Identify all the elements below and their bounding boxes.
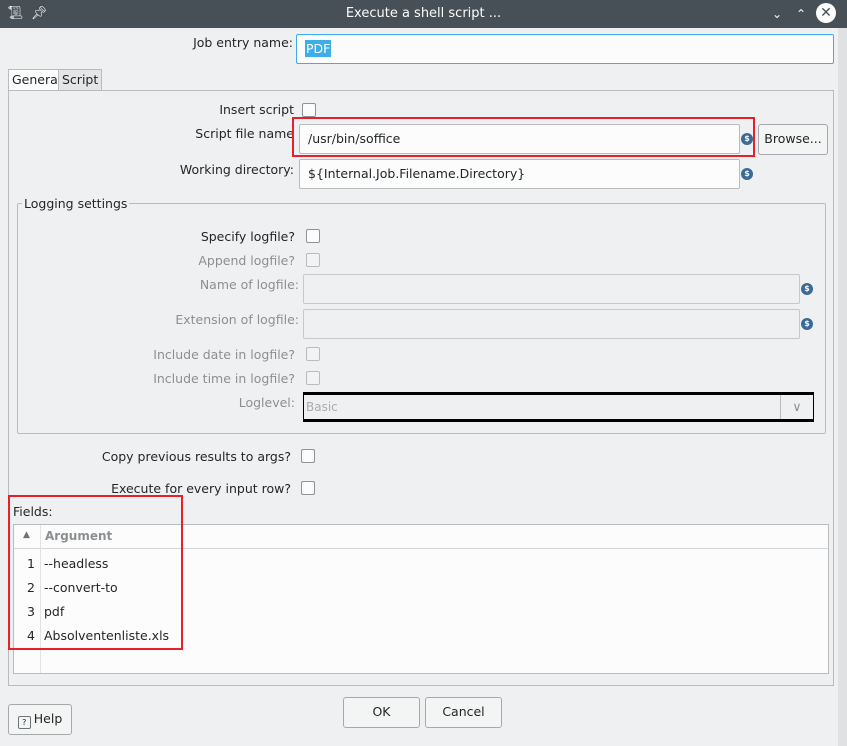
copy-previous-label: Copy previous results to args?	[101, 449, 291, 464]
working-directory-label: Working directory:	[179, 162, 294, 177]
variable-icon[interactable]: $	[801, 283, 813, 295]
tab-general[interactable]: General	[8, 69, 66, 91]
extension-of-logfile-input[interactable]	[303, 309, 800, 339]
close-icon[interactable]: ✕	[816, 3, 836, 23]
chevron-down-icon[interactable]: ∨	[780, 395, 813, 419]
chevron-up-icon[interactable]: ⌃	[791, 4, 811, 24]
script-file-name-label: Script file name	[195, 126, 294, 141]
insert-script-label: Insert script	[219, 102, 294, 117]
append-logfile-label: Append logfile?	[198, 253, 295, 268]
help-icon: ?	[17, 716, 31, 729]
name-of-logfile-input[interactable]	[303, 274, 800, 304]
append-logfile-checkbox[interactable]	[306, 253, 320, 267]
ok-button[interactable]: OK	[343, 697, 420, 728]
window-edge	[838, 28, 847, 746]
copy-previous-checkbox[interactable]	[301, 449, 315, 463]
variable-icon[interactable]: $	[741, 168, 753, 180]
include-time-checkbox[interactable]	[306, 371, 320, 385]
browse-button[interactable]: Browse...	[758, 124, 828, 155]
help-label: Help	[33, 711, 63, 726]
cancel-button[interactable]: Cancel	[425, 697, 502, 728]
loglevel-select[interactable]: Basic ∨	[303, 392, 814, 422]
specify-logfile-label: Specify logfile?	[200, 229, 295, 244]
tab-script[interactable]: Script	[58, 69, 103, 91]
variable-icon[interactable]: $	[801, 318, 813, 330]
insert-script-checkbox[interactable]	[302, 103, 316, 117]
working-directory-input[interactable]: ${Internal.Job.Filename.Directory}	[299, 159, 740, 189]
chevron-down-icon[interactable]: ⌄	[767, 4, 787, 24]
job-entry-name-input[interactable]: PDF	[296, 34, 834, 64]
title-bar: 📜︎ 📌︎ Execute a shell script ... ⌄ ⌃ ✕	[0, 0, 847, 28]
job-entry-name-value: PDF	[305, 40, 332, 57]
specify-logfile-checkbox[interactable]	[306, 229, 320, 243]
execute-every-row-label: Execute for every input row?	[111, 481, 291, 496]
job-entry-name-label: Job entry name:	[193, 35, 293, 50]
extension-of-logfile-label: Extension of logfile:	[175, 312, 299, 327]
logging-settings-title: Logging settings	[22, 196, 130, 211]
loglevel-value: Basic	[306, 400, 338, 414]
execute-every-row-checkbox[interactable]	[301, 481, 315, 495]
highlight-box	[8, 495, 183, 650]
include-time-label: Include time in logfile?	[153, 371, 295, 386]
include-date-checkbox[interactable]	[306, 347, 320, 361]
highlight-box	[292, 117, 755, 157]
help-button[interactable]: ? Help	[8, 704, 72, 735]
name-of-logfile-label: Name of logfile:	[199, 277, 299, 292]
window-title: Execute a shell script ...	[345, 6, 502, 21]
include-date-label: Include date in logfile?	[153, 347, 295, 362]
loglevel-label: Loglevel:	[238, 395, 295, 410]
